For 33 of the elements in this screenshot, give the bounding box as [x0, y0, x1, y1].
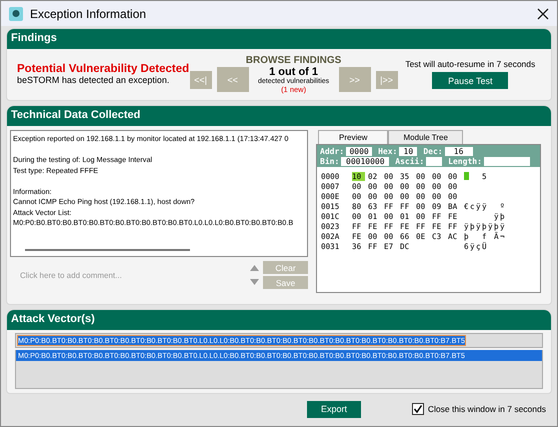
- checkbox-label: Close this window in 7 seconds: [428, 404, 546, 414]
- horizontal-scrollbar[interactable]: [25, 249, 190, 251]
- field-label: Bin:: [320, 156, 340, 166]
- value-field[interactable]: [484, 156, 530, 166]
- value-field[interactable]: 16: [444, 146, 473, 156]
- field-label: Ascii:: [395, 156, 424, 166]
- up-arrow-icon[interactable]: [250, 265, 259, 271]
- tab[interactable]: Module Tree: [388, 130, 463, 144]
- field-label: Dec:: [423, 146, 443, 156]
- field-label: Hex:: [378, 146, 398, 156]
- pause-test-button[interactable]: Pause Test: [432, 72, 508, 89]
- export-button[interactable]: Export: [307, 400, 361, 418]
- tab[interactable]: Preview: [318, 130, 388, 144]
- down-arrow-icon[interactable]: [250, 279, 259, 285]
- browse-title: BROWSE FINDINGS: [246, 54, 342, 66]
- window-title: Exception Information: [30, 6, 148, 20]
- app-icon: [9, 6, 23, 20]
- field-label: Addr:: [320, 146, 344, 156]
- panel-header: Findings: [7, 29, 551, 49]
- exception-message: beSTORM has detected an exception.: [17, 75, 170, 85]
- value-field[interactable]: 00010000: [341, 156, 390, 166]
- checkbox[interactable]: [412, 403, 424, 415]
- finding-count: 1 out of 1: [269, 66, 318, 78]
- panel-header: Technical Data Collected: [7, 106, 551, 126]
- close-icon[interactable]: [537, 8, 549, 20]
- value-field[interactable]: [426, 156, 442, 166]
- field-label: Length:: [448, 156, 482, 166]
- vulnerability-headline: Potential Vulnerability Detected: [17, 63, 190, 75]
- auto-resume-text: Test will auto-resume in 7 seconds: [405, 59, 536, 69]
- panel-header: Attack Vector(s): [7, 310, 551, 330]
- report-text-area[interactable]: [10, 130, 308, 257]
- value-field[interactable]: 0000: [346, 146, 372, 156]
- value-field[interactable]: 10: [399, 146, 418, 156]
